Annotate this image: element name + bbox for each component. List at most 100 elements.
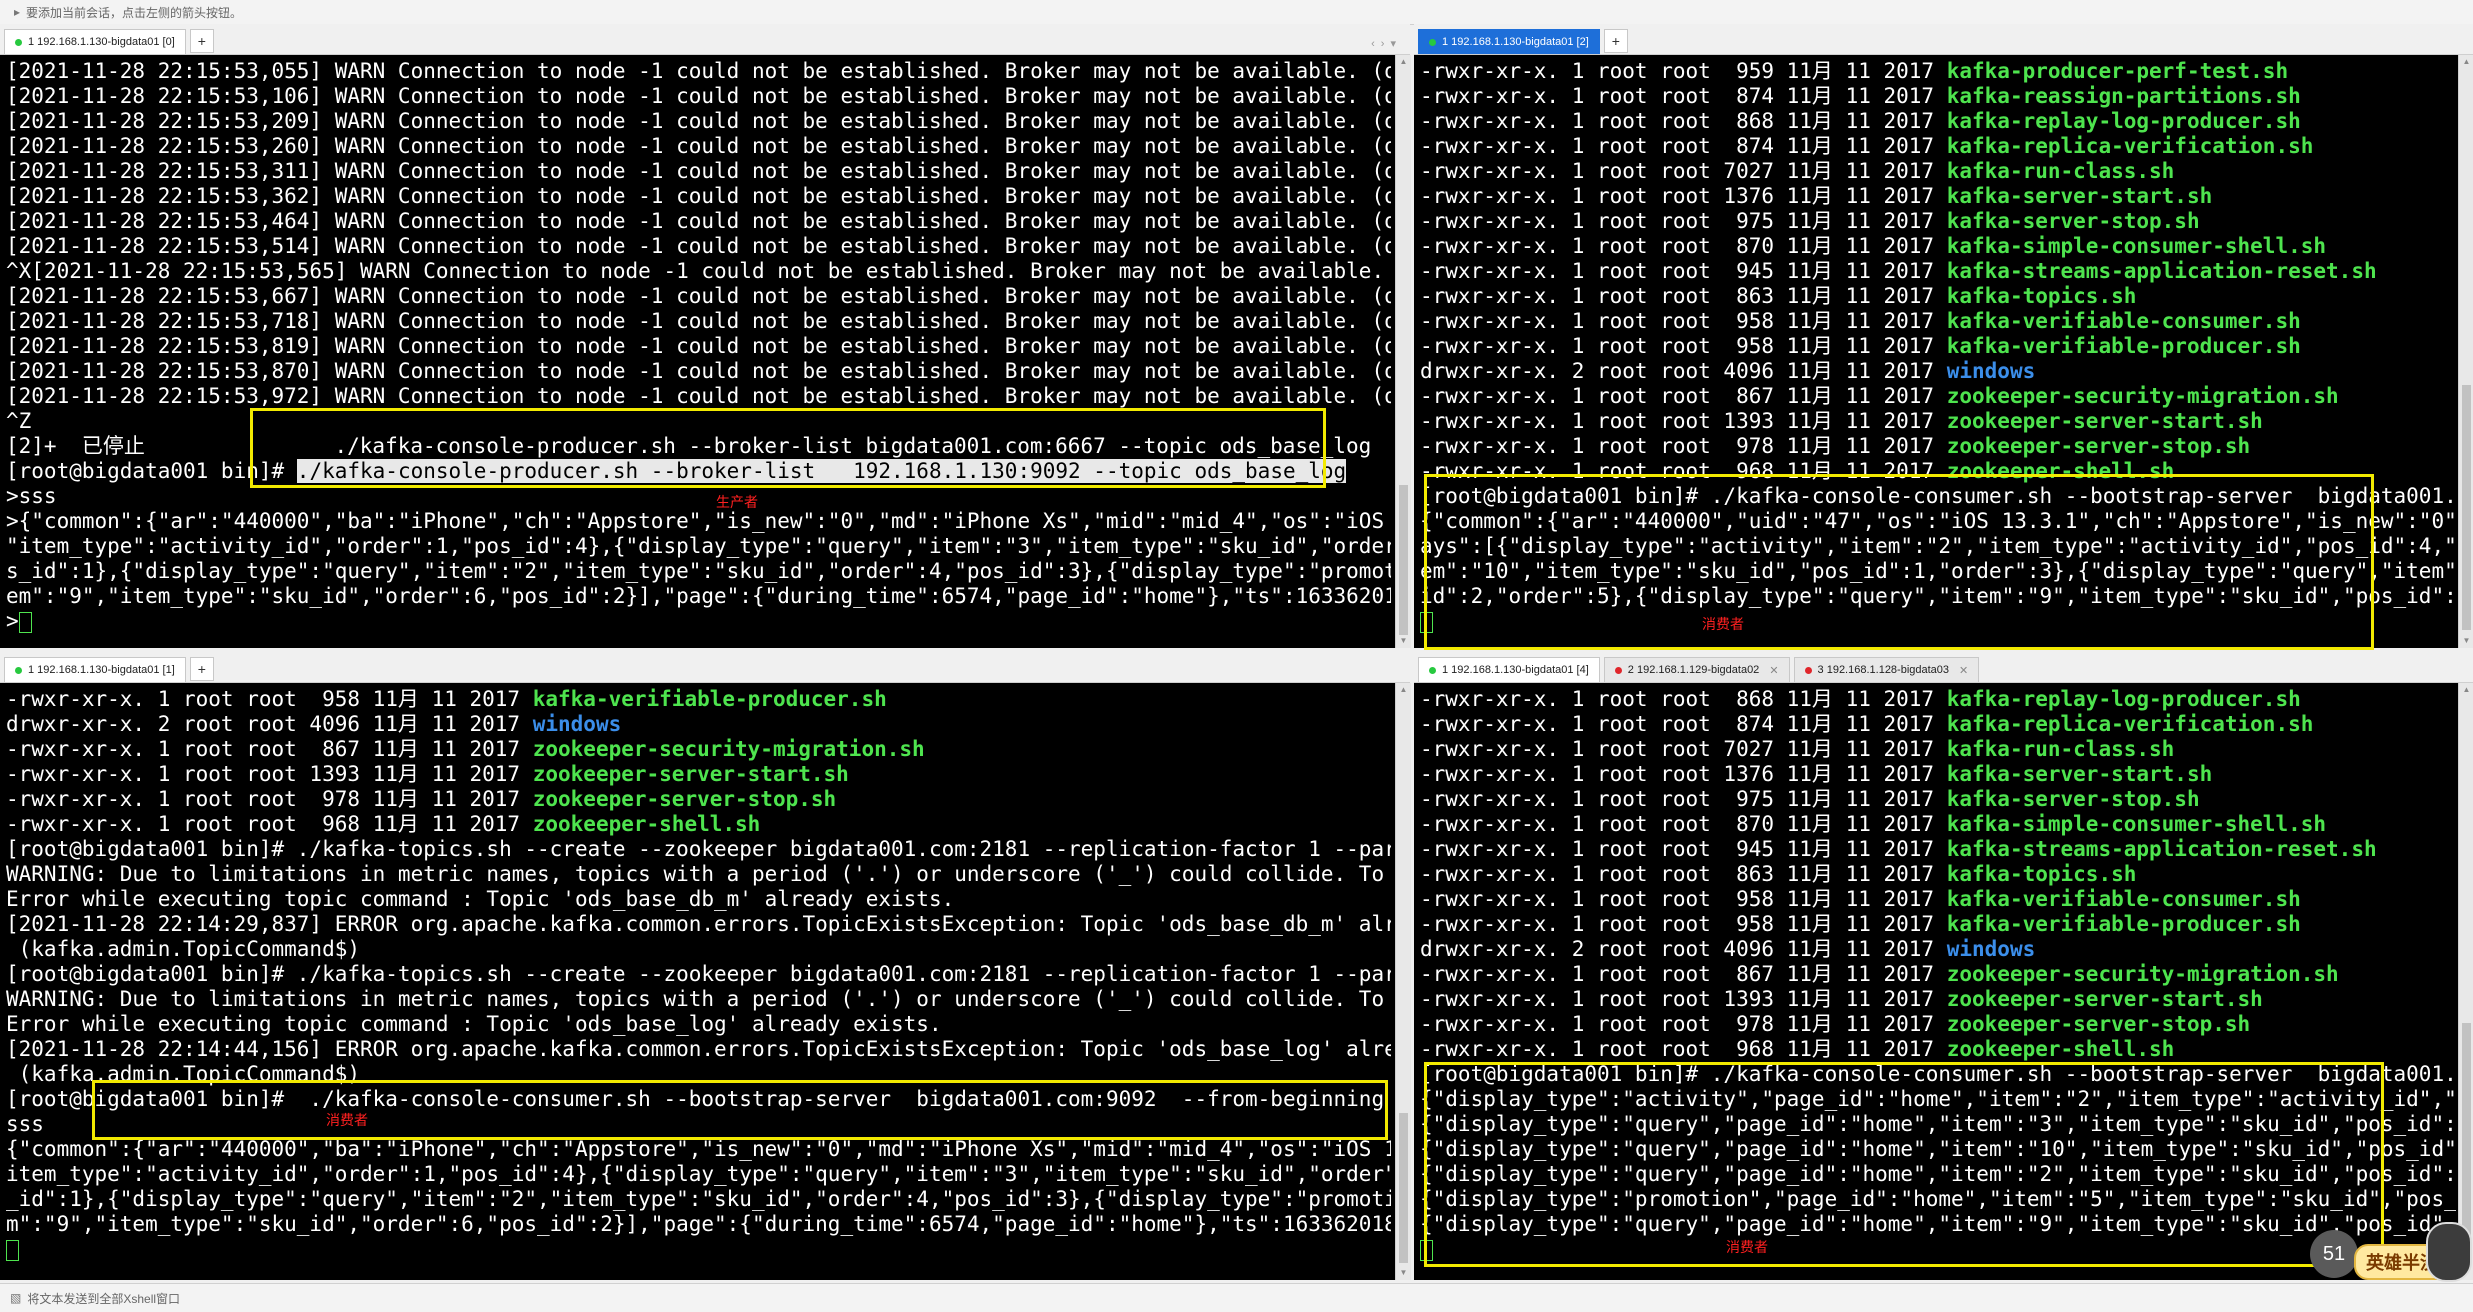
terminal-text: [2021-11-28 22:14:44,156] ERROR org.apac… <box>6 1037 1391 1061</box>
terminal-line: [2021-11-28 22:14:44,156] ERROR org.apac… <box>6 1037 1391 1062</box>
terminal-line: [2021-11-28 22:15:53,106] WARN Connectio… <box>6 84 1391 109</box>
terminal-text: [root@bigdata001 bin]# ./kafka-topics.sh… <box>6 837 1391 861</box>
scroll-down-icon[interactable]: ▼ <box>1396 1266 1411 1280</box>
tab-session-tr[interactable]: 1 192.168.1.130-bigdata01 [2] <box>1418 29 1600 54</box>
scroll-up-icon[interactable]: ▲ <box>1396 683 1411 697</box>
file-meta: -rwxr-xr-x. 1 root root 1376 11月 11 2017 <box>1420 762 1947 786</box>
file-meta: -rwxr-xr-x. 1 root root 1393 11月 11 2017 <box>1420 409 1947 433</box>
file-meta: -rwxr-xr-x. 1 root root 7027 11月 11 2017 <box>1420 737 1947 761</box>
tab-session-bl[interactable]: 1 192.168.1.130-bigdata01 [1] <box>4 657 186 682</box>
terminal-line: -rwxr-xr-x. 1 root root 1393 11月 11 2017… <box>1420 987 2456 1012</box>
terminal-line: [2021-11-28 22:15:53,514] WARN Connectio… <box>6 234 1391 259</box>
script-file-name: zookeeper-shell.sh <box>532 812 761 836</box>
file-meta: -rwxr-xr-x. 1 root root 863 11月 11 2017 <box>1420 862 1947 886</box>
tab-session-br-3[interactable]: 3 192.168.1.128-bigdata03 ✕ <box>1793 657 1980 682</box>
terminal-output[interactable]: -rwxr-xr-x. 1 root root 958 11月 11 2017 … <box>6 687 1391 1277</box>
scroll-down-icon[interactable]: ▼ <box>2459 634 2473 648</box>
terminal-line: -rwxr-xr-x. 1 root root 1376 11月 11 2017… <box>1420 762 2456 787</box>
terminal-text: sss <box>6 1112 44 1136</box>
new-tab-button[interactable]: + <box>1603 29 1628 53</box>
file-meta: -rwxr-xr-x. 1 root root 958 11月 11 2017 <box>1420 912 1947 936</box>
tab-session-br-1[interactable]: 1 192.168.1.130-bigdata01 [4] <box>1418 657 1600 682</box>
close-icon[interactable]: ✕ <box>1959 664 1968 677</box>
terminal-line: _id":1},{"display_type":"query","item":"… <box>6 1187 1391 1212</box>
script-file-name: kafka-verifiable-producer.sh <box>1946 912 2301 936</box>
file-meta: -rwxr-xr-x. 1 root root 959 11月 11 2017 <box>1420 59 1947 83</box>
terminal-line: drwxr-xr-x. 2 root root 4096 11月 11 2017… <box>1420 937 2456 962</box>
badge-count: 51 <box>2310 1230 2358 1278</box>
script-file-name: zookeeper-server-stop.sh <box>532 787 837 811</box>
file-meta: -rwxr-xr-x. 1 root root 874 11月 11 2017 <box>1420 712 1947 736</box>
script-file-name: zookeeper-server-start.sh <box>532 762 849 786</box>
new-tab-button[interactable]: + <box>189 657 214 681</box>
file-meta: -rwxr-xr-x. 1 root root 868 11月 11 2017 <box>1420 687 1947 711</box>
producer-highlight-box <box>250 408 1326 488</box>
tab-label: 1 192.168.1.130-bigdata01 [0] <box>28 36 175 48</box>
terminal-text: [2021-11-28 22:15:53,718] WARN Connectio… <box>6 309 1391 333</box>
terminal-text: [root@bigdata001 bin]# ./kafka-topics.sh… <box>6 962 1391 986</box>
terminal-line: -rwxr-xr-x. 1 root root 874 11月 11 2017 … <box>1420 712 2456 737</box>
terminal-output[interactable]: [2021-11-28 22:15:53,055] WARN Connectio… <box>6 59 1391 644</box>
terminal-line: [2021-11-28 22:14:29,837] ERROR org.apac… <box>6 912 1391 937</box>
terminal-line: -rwxr-xr-x. 1 root root 863 11月 11 2017 … <box>1420 862 2456 887</box>
terminal-line: [2021-11-28 22:15:53,972] WARN Connectio… <box>6 384 1391 409</box>
terminal-text: {"common":{"ar":"440000","ba":"iPhone","… <box>6 1137 1391 1161</box>
terminal-pane-bottom-left[interactable]: -rwxr-xr-x. 1 root root 958 11月 11 2017 … <box>0 683 1395 1280</box>
scrollbar-bottom-left[interactable]: ▲ ▼ <box>1395 683 1411 1280</box>
terminal-line: -rwxr-xr-x. 1 root root 978 11月 11 2017 … <box>1420 1012 2456 1037</box>
session-status-icon <box>15 666 22 674</box>
file-meta: -rwxr-xr-x. 1 root root 958 11月 11 2017 <box>1420 334 1947 358</box>
terminal-line: [2021-11-28 22:15:53,870] WARN Connectio… <box>6 359 1391 384</box>
script-file-name: zookeeper-server-start.sh <box>1946 409 2263 433</box>
terminal-line: "item_type":"activity_id","order":1,"pos… <box>6 534 1391 559</box>
script-file-name: kafka-topics.sh <box>1946 862 2137 886</box>
script-file-name: kafka-replay-log-producer.sh <box>1946 109 2301 133</box>
script-file-name: kafka-run-class.sh <box>1946 737 2175 761</box>
terminal-line: >{"common":{"ar":"440000","ba":"iPhone",… <box>6 509 1391 534</box>
terminal-line <box>6 1237 1391 1262</box>
close-icon[interactable]: ✕ <box>1769 664 1778 677</box>
send-all-icon[interactable]: ▧ <box>10 1291 21 1305</box>
scroll-thumb[interactable] <box>1399 485 1408 635</box>
scrollbar-top-right[interactable]: ▲ ▼ <box>2458 55 2473 648</box>
terminal-line: -rwxr-xr-x. 1 root root 945 11月 11 2017 … <box>1420 259 2456 284</box>
terminal-text: Error while executing topic command : To… <box>6 887 955 911</box>
consumer-annotation-top: 消费者 <box>1702 617 1744 633</box>
tabstrip-top-left: 1 192.168.1.130-bigdata01 [0] + ‹›▾ <box>0 24 1410 55</box>
script-file-name: kafka-streams-application-reset.sh <box>1946 259 2377 283</box>
script-file-name: kafka-server-start.sh <box>1946 762 2213 786</box>
terminal-line: -rwxr-xr-x. 1 root root 968 11月 11 2017 … <box>1420 1037 2456 1062</box>
terminal-line: [2021-11-28 22:15:53,311] WARN Connectio… <box>6 159 1391 184</box>
tab-session-tl[interactable]: 1 192.168.1.130-bigdata01 [0] <box>4 29 186 54</box>
tab-scroll-arrows[interactable]: ‹›▾ <box>1371 37 1402 50</box>
file-meta: -rwxr-xr-x. 1 root root 958 11月 11 2017 <box>1420 309 1947 333</box>
terminal-text: [2021-11-28 22:15:53,311] WARN Connectio… <box>6 159 1391 183</box>
terminal-cursor <box>6 1239 19 1261</box>
script-file-name: kafka-server-stop.sh <box>1946 209 2200 233</box>
scroll-down-icon[interactable]: ▼ <box>1396 634 1411 648</box>
script-file-name: kafka-simple-consumer-shell.sh <box>1946 812 2327 836</box>
session-disconnected-icon <box>1614 666 1622 674</box>
session-arrow-icon[interactable]: ▸ <box>14 5 20 19</box>
scrollbar-top-left[interactable]: ▲ ▼ <box>1395 55 1411 648</box>
script-file-name: zookeeper-server-start.sh <box>1946 987 2263 1011</box>
file-meta: -rwxr-xr-x. 1 root root 870 11月 11 2017 <box>1420 234 1947 258</box>
script-file-name: kafka-verifiable-consumer.sh <box>1946 887 2301 911</box>
scroll-up-icon[interactable]: ▲ <box>1396 55 1411 69</box>
scroll-thumb[interactable] <box>2462 385 2471 630</box>
file-meta: -rwxr-xr-x. 1 root root 863 11月 11 2017 <box>1420 284 1947 308</box>
scrollbar-bottom-right[interactable]: ▲ ▼ <box>2458 683 2473 1280</box>
tabstrip-bottom-right: 1 192.168.1.130-bigdata01 [4] 2 192.168.… <box>1414 652 2473 683</box>
terminal-line: -rwxr-xr-x. 1 root root 7027 11月 11 2017… <box>1420 737 2456 762</box>
tabstrip-top-right: 1 192.168.1.130-bigdata01 [2] + <box>1414 24 2473 55</box>
tab-session-br-2[interactable]: 2 192.168.1.129-bigdata02 ✕ <box>1603 657 1790 682</box>
file-meta: drwxr-xr-x. 2 root root 4096 11月 11 2017 <box>1420 359 1947 383</box>
new-tab-button[interactable]: + <box>189 29 214 53</box>
file-meta: -rwxr-xr-x. 1 root root 7027 11月 11 2017 <box>1420 159 1947 183</box>
file-meta: -rwxr-xr-x. 1 root root 978 11月 11 2017 <box>6 787 533 811</box>
terminal-pane-top-left[interactable]: [2021-11-28 22:15:53,055] WARN Connectio… <box>0 55 1395 648</box>
scroll-up-icon[interactable]: ▲ <box>2459 55 2473 69</box>
scroll-up-icon[interactable]: ▲ <box>2459 683 2473 697</box>
scroll-thumb[interactable] <box>1399 1113 1408 1263</box>
tab-label: 3 192.168.1.128-bigdata03 <box>1817 664 1950 676</box>
